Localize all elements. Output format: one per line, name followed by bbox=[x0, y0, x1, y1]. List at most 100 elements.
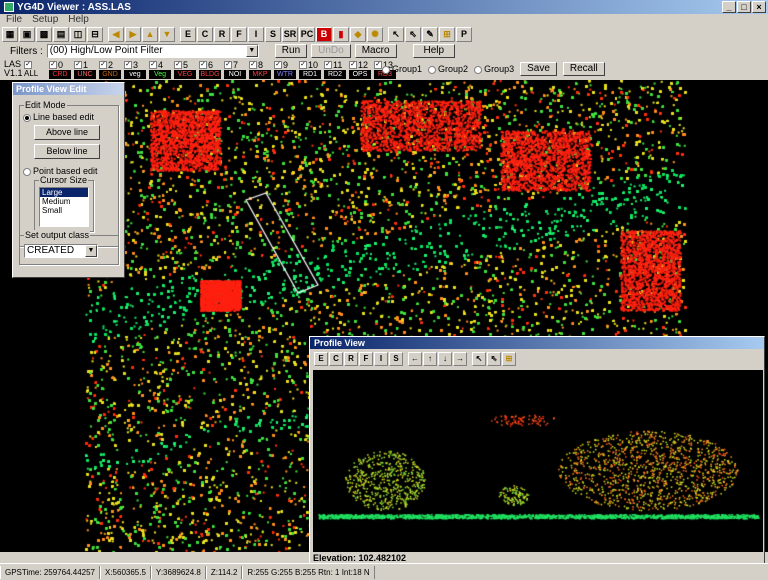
class-tag: CRD bbox=[49, 70, 71, 79]
profile-canvas[interactable] bbox=[313, 370, 763, 552]
pointer-icon[interactable]: ↖ bbox=[388, 26, 404, 42]
class-tag: veg bbox=[124, 70, 146, 79]
select-icon[interactable]: ⇖ bbox=[487, 352, 501, 366]
menu-setup[interactable]: Setup bbox=[32, 14, 58, 26]
line-based-radio[interactable]: Line based edit bbox=[23, 112, 94, 122]
list-item[interactable]: Small bbox=[40, 206, 88, 215]
toolbar-e-button[interactable]: E bbox=[180, 26, 196, 42]
cursor-size-list[interactable]: Large Medium Small bbox=[39, 187, 89, 227]
class-checkbox[interactable]: ✓ bbox=[224, 60, 232, 69]
class-item[interactable]: ✓ 3 veg bbox=[124, 60, 148, 79]
toolbar-c-button[interactable]: C bbox=[197, 26, 213, 42]
help-button[interactable]: Help bbox=[412, 44, 456, 58]
profile-icon[interactable]: ⊞ bbox=[439, 26, 455, 42]
save-button[interactable]: Save bbox=[520, 62, 557, 76]
chevron-down-icon[interactable]: ▼ bbox=[245, 45, 258, 57]
class-item[interactable]: ✓ 10 RD1 bbox=[299, 60, 323, 79]
select-icon[interactable]: ⇖ bbox=[405, 26, 421, 42]
profile-c-button[interactable]: C bbox=[329, 352, 343, 366]
left-arrow-icon[interactable]: ← bbox=[408, 352, 422, 366]
toolbar-r-button[interactable]: R bbox=[214, 26, 230, 42]
class-checkbox[interactable]: ✓ bbox=[199, 60, 207, 69]
undo-button[interactable]: UnDo bbox=[311, 44, 351, 58]
class-checkbox[interactable]: ✓ bbox=[349, 60, 357, 69]
toolbar-f-button[interactable]: F bbox=[231, 26, 247, 42]
group1-radio[interactable]: Group1 bbox=[382, 64, 422, 74]
profile-i-button[interactable]: I bbox=[374, 352, 388, 366]
above-line-button[interactable]: Above line bbox=[34, 125, 100, 140]
close-button[interactable]: × bbox=[752, 1, 766, 13]
profile-icon[interactable]: ⊞ bbox=[502, 352, 516, 366]
toolbar-p-button[interactable]: P bbox=[456, 26, 472, 42]
menu-file[interactable]: File bbox=[6, 14, 22, 26]
profile-f-button[interactable]: F bbox=[359, 352, 373, 366]
class-item[interactable]: ✓ 2 GND bbox=[99, 60, 123, 79]
run-button[interactable]: Run bbox=[274, 44, 308, 58]
toolbar-sr-button[interactable]: SR bbox=[282, 26, 298, 42]
list-item[interactable]: Large bbox=[40, 188, 88, 197]
toolbar-s-button[interactable]: S bbox=[265, 26, 281, 42]
draw-icon[interactable]: ✎ bbox=[422, 26, 438, 42]
class-checkbox[interactable]: ✓ bbox=[249, 60, 257, 69]
class-all[interactable]: ✓ ALL bbox=[24, 60, 48, 78]
class-item[interactable]: ✓ 0 CRD bbox=[49, 60, 73, 79]
class-checkbox[interactable]: ✓ bbox=[299, 60, 307, 69]
class-checkbox[interactable]: ✓ bbox=[174, 60, 182, 69]
color-icon[interactable]: ▮ bbox=[333, 26, 349, 42]
class-checkbox[interactable]: ✓ bbox=[49, 60, 57, 69]
sun-icon[interactable]: ✺ bbox=[367, 26, 383, 42]
class-item[interactable]: ✓ 1 UNC bbox=[74, 60, 98, 79]
class-item[interactable]: ✓ 12 OPS bbox=[349, 60, 373, 79]
list-item[interactable]: Medium bbox=[40, 197, 88, 206]
left-arrow-icon[interactable]: ◀ bbox=[108, 26, 124, 42]
zoom-icon[interactable]: ◫ bbox=[70, 26, 86, 42]
class-checkbox[interactable]: ✓ bbox=[324, 60, 332, 69]
class-item[interactable]: ✓ 4 Veg bbox=[149, 60, 173, 79]
macro-button[interactable]: Macro bbox=[354, 44, 397, 58]
toolbar-i-button[interactable]: I bbox=[248, 26, 264, 42]
class-checkbox[interactable]: ✓ bbox=[124, 60, 132, 69]
toolbar-pc-button[interactable]: PC bbox=[299, 26, 315, 42]
output-class-select[interactable]: CREATED ▼ bbox=[24, 244, 98, 258]
class-item[interactable]: ✓ 8 MKP bbox=[249, 60, 273, 79]
filter-select[interactable]: (00) High/Low Point Filter ▼ bbox=[46, 44, 259, 58]
save-icon[interactable]: ▣ bbox=[19, 26, 35, 42]
profile-e-button[interactable]: E bbox=[314, 352, 328, 366]
maximize-button[interactable]: □ bbox=[737, 1, 751, 13]
all-checkbox[interactable]: ✓ bbox=[24, 60, 32, 69]
up-arrow-icon[interactable]: ↑ bbox=[423, 352, 437, 366]
class-item[interactable]: ✓ 9 WTR bbox=[274, 60, 298, 79]
profile-s-button[interactable]: S bbox=[389, 352, 403, 366]
below-line-button[interactable]: Below line bbox=[34, 144, 100, 159]
pointer-icon[interactable]: ↖ bbox=[472, 352, 486, 366]
class-checkbox[interactable]: ✓ bbox=[149, 60, 157, 69]
open-icon[interactable]: ▦ bbox=[2, 26, 18, 42]
menu-help[interactable]: Help bbox=[68, 14, 89, 26]
group2-radio[interactable]: Group2 bbox=[428, 64, 468, 74]
class-item[interactable]: ✓ 5 VEG bbox=[174, 60, 198, 79]
recall-button[interactable]: Recall bbox=[562, 62, 605, 76]
chevron-down-icon[interactable]: ▼ bbox=[85, 245, 97, 257]
up-arrow-icon[interactable]: ▲ bbox=[142, 26, 158, 42]
toolbar-b-button[interactable]: B bbox=[316, 26, 332, 42]
class-checkbox[interactable]: ✓ bbox=[274, 60, 282, 69]
right-arrow-icon[interactable]: ▶ bbox=[125, 26, 141, 42]
class-item[interactable]: ✓ 11 RD2 bbox=[324, 60, 348, 79]
class-item[interactable]: ✓ 7 NOI bbox=[224, 60, 248, 79]
profile-r-button[interactable]: R bbox=[344, 352, 358, 366]
class-checkbox[interactable]: ✓ bbox=[374, 60, 382, 69]
minimize-button[interactable]: _ bbox=[722, 1, 736, 13]
down-arrow-icon[interactable]: ▼ bbox=[159, 26, 175, 42]
grid-icon[interactable]: ▩ bbox=[36, 26, 52, 42]
layers-icon[interactable]: ▤ bbox=[53, 26, 69, 42]
measure-icon[interactable]: ⊟ bbox=[87, 26, 103, 42]
class-checkbox[interactable]: ✓ bbox=[74, 60, 82, 69]
palette-icon[interactable]: ◆ bbox=[350, 26, 366, 42]
down-arrow-icon[interactable]: ↓ bbox=[438, 352, 452, 366]
group3-radio[interactable]: Group3 bbox=[474, 64, 514, 74]
las-class-row: LAS V1.1 ✓ ALL ✓ 0 CRD ✓ 1 UNC ✓ 2 GND ✓ 3 veg ✓ 4 Veg… bbox=[4, 60, 399, 80]
class-item[interactable]: ✓ 6 BLDG bbox=[199, 60, 223, 79]
output-class-group: Set output class CREATED ▼ bbox=[19, 230, 119, 265]
right-arrow-icon[interactable]: → bbox=[453, 352, 467, 366]
class-checkbox[interactable]: ✓ bbox=[99, 60, 107, 69]
